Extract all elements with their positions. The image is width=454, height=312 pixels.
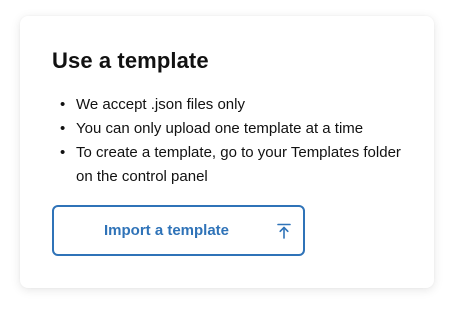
upload-icon: [277, 223, 291, 239]
import-template-button[interactable]: Import a template: [52, 205, 305, 256]
list-item-text: To create a template, go to your Templat…: [76, 144, 401, 185]
list-item-text: We accept .json files only: [76, 96, 245, 113]
import-button-label: Import a template: [103, 222, 230, 239]
card-title: Use a template: [52, 48, 209, 73]
template-card: Use a template • We accept .json files o…: [20, 16, 434, 288]
list-item: • You can only upload one template at a …: [60, 117, 420, 141]
list-item-text: You can only upload one template at a ti…: [76, 120, 364, 137]
bullet-icon: •: [60, 144, 66, 161]
bullet-icon: •: [60, 96, 66, 113]
requirements-list: • We accept .json files only • You can o…: [60, 93, 420, 189]
list-item: • To create a template, go to your Templ…: [60, 141, 420, 189]
list-item: • We accept .json files only: [60, 93, 420, 117]
bullet-icon: •: [60, 120, 66, 137]
